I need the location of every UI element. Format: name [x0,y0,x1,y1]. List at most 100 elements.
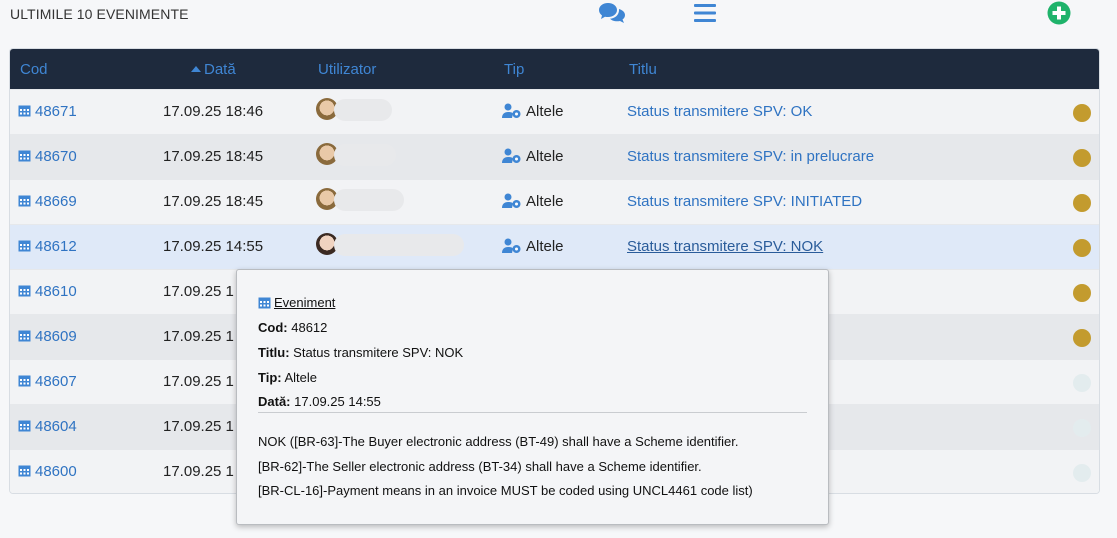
event-code: 48671 [35,103,77,120]
event-code: 48609 [35,328,77,345]
event-type: Altele [502,193,564,210]
user-cell [316,143,456,171]
event-code-link[interactable]: 48669 [18,193,77,210]
event-code: 48610 [35,283,77,300]
event-date: 17.09.25 18:45 [163,148,264,165]
event-type: Altele [502,103,564,120]
table-row[interactable]: 48669 17.09.25 18:45 Altele Status transmit… [10,179,1099,225]
event-date: 17.09.25 14:55 [163,238,264,255]
calendar-icon [18,465,31,477]
tooltip-cod: Cod: 48612 [258,320,327,335]
event-date: 17.09.25 1 [163,463,234,480]
tooltip-data-value: 17.09.25 14:55 [294,394,381,409]
event-title-link[interactable]: Status transmitere SPV: in prelucrare [627,148,874,165]
event-date: 17.09.25 1 [163,283,234,300]
calendar-icon [18,240,31,252]
tooltip-message-line: [BR-CL-16]-Payment means in an invoice M… [258,483,753,498]
table-row[interactable]: 48612 17.09.25 14:55 Altele Status transmit… [10,224,1099,270]
event-code-link[interactable]: 48600 [18,463,77,480]
status-dot [1073,194,1091,212]
tooltip-cod-value: 48612 [291,320,328,335]
event-title-link[interactable]: Status transmitere SPV: NOK [627,238,823,255]
tooltip-title: Eveniment [274,295,336,310]
menu-icon[interactable] [694,2,716,29]
tooltip-header: Eveniment [258,295,335,310]
user-name-redacted [334,189,404,211]
calendar-icon [18,375,31,387]
event-type-label: Altele [526,103,564,120]
event-code: 48670 [35,148,77,165]
sort-asc-icon [191,66,201,72]
table-header: Cod Dată Utilizator Tip Titlu [10,49,1099,89]
tooltip-divider [258,412,807,413]
column-header-data-label: Dată [204,61,236,78]
add-icon[interactable] [1047,1,1071,30]
event-code-link[interactable]: 48610 [18,283,77,300]
event-tooltip: Eveniment Cod: 48612 Titlu: Status trans… [236,269,829,525]
event-code: 48604 [35,418,77,435]
event-code-link[interactable]: 48670 [18,148,77,165]
event-code: 48607 [35,373,77,390]
calendar-icon [18,195,31,207]
user-cog-icon [502,193,521,208]
column-header-titlu[interactable]: Titlu [629,61,657,78]
event-date: 17.09.25 18:45 [163,193,264,210]
event-title-link[interactable]: Status transmitere SPV: OK [627,103,812,120]
tooltip-titlu: Titlu: Status transmitere SPV: NOK [258,345,463,360]
table-row[interactable]: 48671 17.09.25 18:46 Altele Status transmit… [10,89,1099,135]
event-code: 48612 [35,238,77,255]
user-cog-icon [502,148,521,163]
tooltip-tip-value: Altele [284,370,318,385]
status-dot [1073,149,1091,167]
calendar-icon [18,150,31,162]
calendar-icon [18,330,31,342]
tooltip-message-line: [BR-62]-The Seller electronic address (B… [258,459,702,474]
event-type-label: Altele [526,148,564,165]
user-cell [316,98,456,126]
event-date: 17.09.25 1 [163,328,234,345]
user-name-redacted [334,144,396,166]
tooltip-tip: Tip: Altele [258,370,317,385]
tooltip-tip-label: Tip: [258,370,282,385]
user-name-redacted [334,234,464,256]
event-date: 17.09.25 18:46 [163,103,264,120]
page-title: ULTIMILE 10 EVENIMENTE [10,6,189,22]
event-code-link[interactable]: 48671 [18,103,77,120]
user-cog-icon [502,238,521,253]
user-cog-icon [502,103,521,118]
status-dot [1073,329,1091,347]
event-type-label: Altele [526,238,564,255]
event-type-label: Altele [526,193,564,210]
user-name-redacted [334,99,392,121]
calendar-icon [258,297,271,309]
status-dot [1073,104,1091,122]
column-header-utilizator[interactable]: Utilizator [318,61,376,78]
event-code-link[interactable]: 48604 [18,418,77,435]
event-code-link[interactable]: 48612 [18,238,77,255]
tooltip-titlu-label: Titlu: [258,345,290,360]
event-code-link[interactable]: 48607 [18,373,77,390]
event-date: 17.09.25 1 [163,418,234,435]
calendar-icon [18,105,31,117]
comments-icon[interactable] [597,1,627,30]
tooltip-message-line: NOK ([BR-63]-The Buyer electronic addres… [258,434,739,449]
column-header-cod[interactable]: Cod [20,61,48,78]
user-cell [316,188,456,216]
column-header-tip[interactable]: Tip [504,61,524,78]
status-dot [1073,464,1091,482]
event-title-link[interactable]: Status transmitere SPV: INITIATED [627,193,862,210]
event-code-link[interactable]: 48609 [18,328,77,345]
user-cell [316,233,464,261]
event-type: Altele [502,148,564,165]
status-dot [1073,419,1091,437]
column-header-data[interactable]: Dată [191,61,236,78]
event-code: 48600 [35,463,77,480]
event-type: Altele [502,238,564,255]
tooltip-data-label: Dată: [258,394,291,409]
calendar-icon [18,285,31,297]
tooltip-data: Dată: 17.09.25 14:55 [258,394,381,409]
top-bar: ULTIMILE 10 EVENIMENTE [0,0,1117,30]
status-dot [1073,284,1091,302]
table-row[interactable]: 48670 17.09.25 18:45 Altele Status transmit… [10,134,1099,180]
tooltip-cod-label: Cod: [258,320,288,335]
